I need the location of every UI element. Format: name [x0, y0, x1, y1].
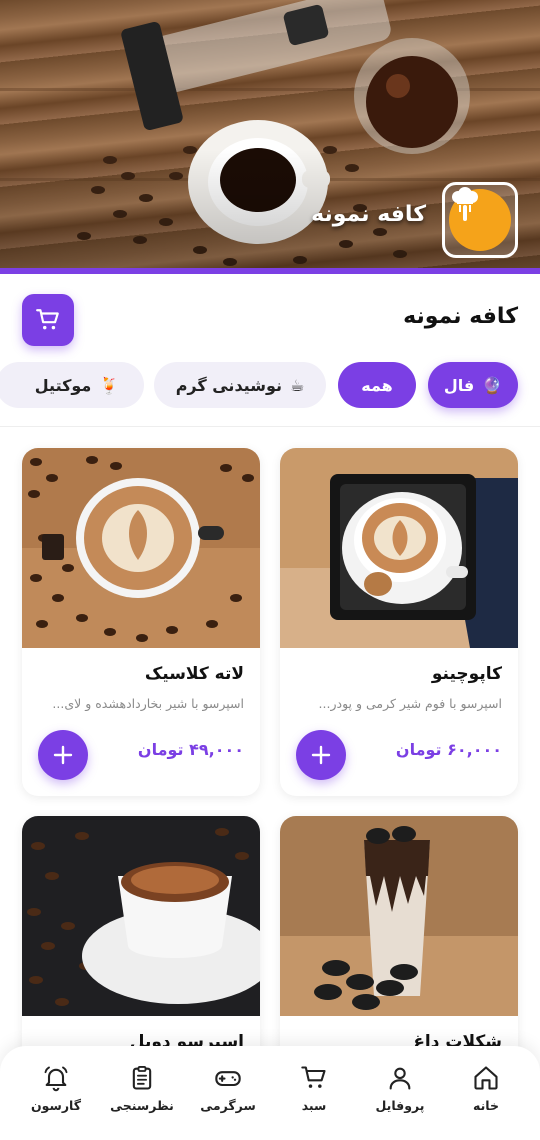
product-card[interactable]: لاته کلاسیک اسپرسو با شیر بخاردادهشده و …: [22, 448, 260, 796]
clipboard-icon: [132, 1065, 152, 1090]
add-to-cart-button[interactable]: [296, 730, 346, 780]
bottom-navigation: خانه پروفایل سبد سرگرمی نظرسنجی گارسون: [0, 1046, 540, 1140]
page-title: کافه نمونه: [403, 304, 518, 329]
product-image: [22, 816, 260, 1016]
nav-label: پروفایل: [375, 1098, 425, 1113]
app-screen: کافه نمونه کافه نمونه 🔮 فال همه ☕ نوشیدن…: [0, 0, 540, 1140]
nav-label: خانه: [473, 1098, 499, 1113]
nav-profile[interactable]: پروفایل: [360, 1064, 440, 1113]
user-icon: [389, 1067, 411, 1090]
cart-icon: [301, 1066, 326, 1088]
product-description: اسپرسو با شیر بخاردادهشده و لای...: [52, 696, 244, 711]
hero-cafe-name: کافه نمونه: [311, 202, 426, 227]
menu-header: کافه نمونه 🔮 فال همه ☕ نوشیدنی گرم 🍹 موک…: [0, 274, 540, 424]
product-price: ۶۰,۰۰۰ تومان: [395, 740, 502, 759]
product-price: ۴۹,۰۰۰ تومان: [137, 740, 244, 759]
chef-hat-icon: [449, 187, 511, 251]
nav-label: سبد: [301, 1098, 327, 1113]
cocktail-icon: 🍹: [99, 375, 120, 395]
plus-icon: [311, 745, 331, 765]
product-image: [280, 448, 518, 648]
hero-banner: کافه نمونه: [0, 0, 540, 272]
bell-icon: [44, 1066, 68, 1092]
nav-label: سرگرمی: [200, 1098, 256, 1113]
product-image: [22, 448, 260, 648]
home-icon: [474, 1066, 498, 1090]
nav-label: گارسون: [31, 1098, 81, 1113]
nav-home[interactable]: خانه: [446, 1064, 526, 1113]
coffee-cup-icon: ☕: [289, 375, 305, 395]
tab-label: موکتیل: [34, 375, 92, 395]
tab-label: فال: [443, 375, 475, 395]
product-description: اسپرسو با فوم شیر کرمی و پودر...: [318, 696, 502, 711]
category-tabs: 🔮 فال همه ☕ نوشیدنی گرم 🍹 موکتیل: [0, 362, 540, 410]
add-to-cart-button[interactable]: [38, 730, 88, 780]
product-image: [280, 816, 518, 1016]
gamepad-icon: [215, 1071, 241, 1087]
product-card[interactable]: کاپوچینو اسپرسو با فوم شیر کرمی و پودر..…: [280, 448, 518, 796]
product-name: لاته کلاسیک: [144, 664, 244, 684]
nav-survey[interactable]: نظرسنجی: [102, 1064, 182, 1113]
tab-mocktail[interactable]: 🍹 موکتیل: [0, 362, 144, 408]
cart-button[interactable]: [22, 294, 74, 346]
nav-entertainment[interactable]: سرگرمی: [188, 1064, 268, 1113]
nav-waiter[interactable]: گارسون: [16, 1064, 96, 1113]
cart-icon: [36, 309, 59, 330]
tab-all[interactable]: همه: [338, 362, 416, 408]
plus-icon: [53, 745, 73, 765]
tab-hot-drinks[interactable]: ☕ نوشیدنی گرم: [154, 362, 326, 408]
crystal-ball-icon: 🔮: [482, 375, 503, 395]
tab-label: نوشیدنی گرم: [175, 375, 282, 395]
tab-fal[interactable]: 🔮 فال: [428, 362, 518, 408]
nav-cart[interactable]: سبد: [274, 1064, 354, 1113]
tab-label: همه: [361, 375, 393, 395]
cafe-logo: [442, 182, 518, 258]
nav-label: نظرسنجی: [110, 1098, 174, 1113]
divider: [0, 426, 540, 427]
product-name: کاپوچینو: [431, 664, 502, 684]
